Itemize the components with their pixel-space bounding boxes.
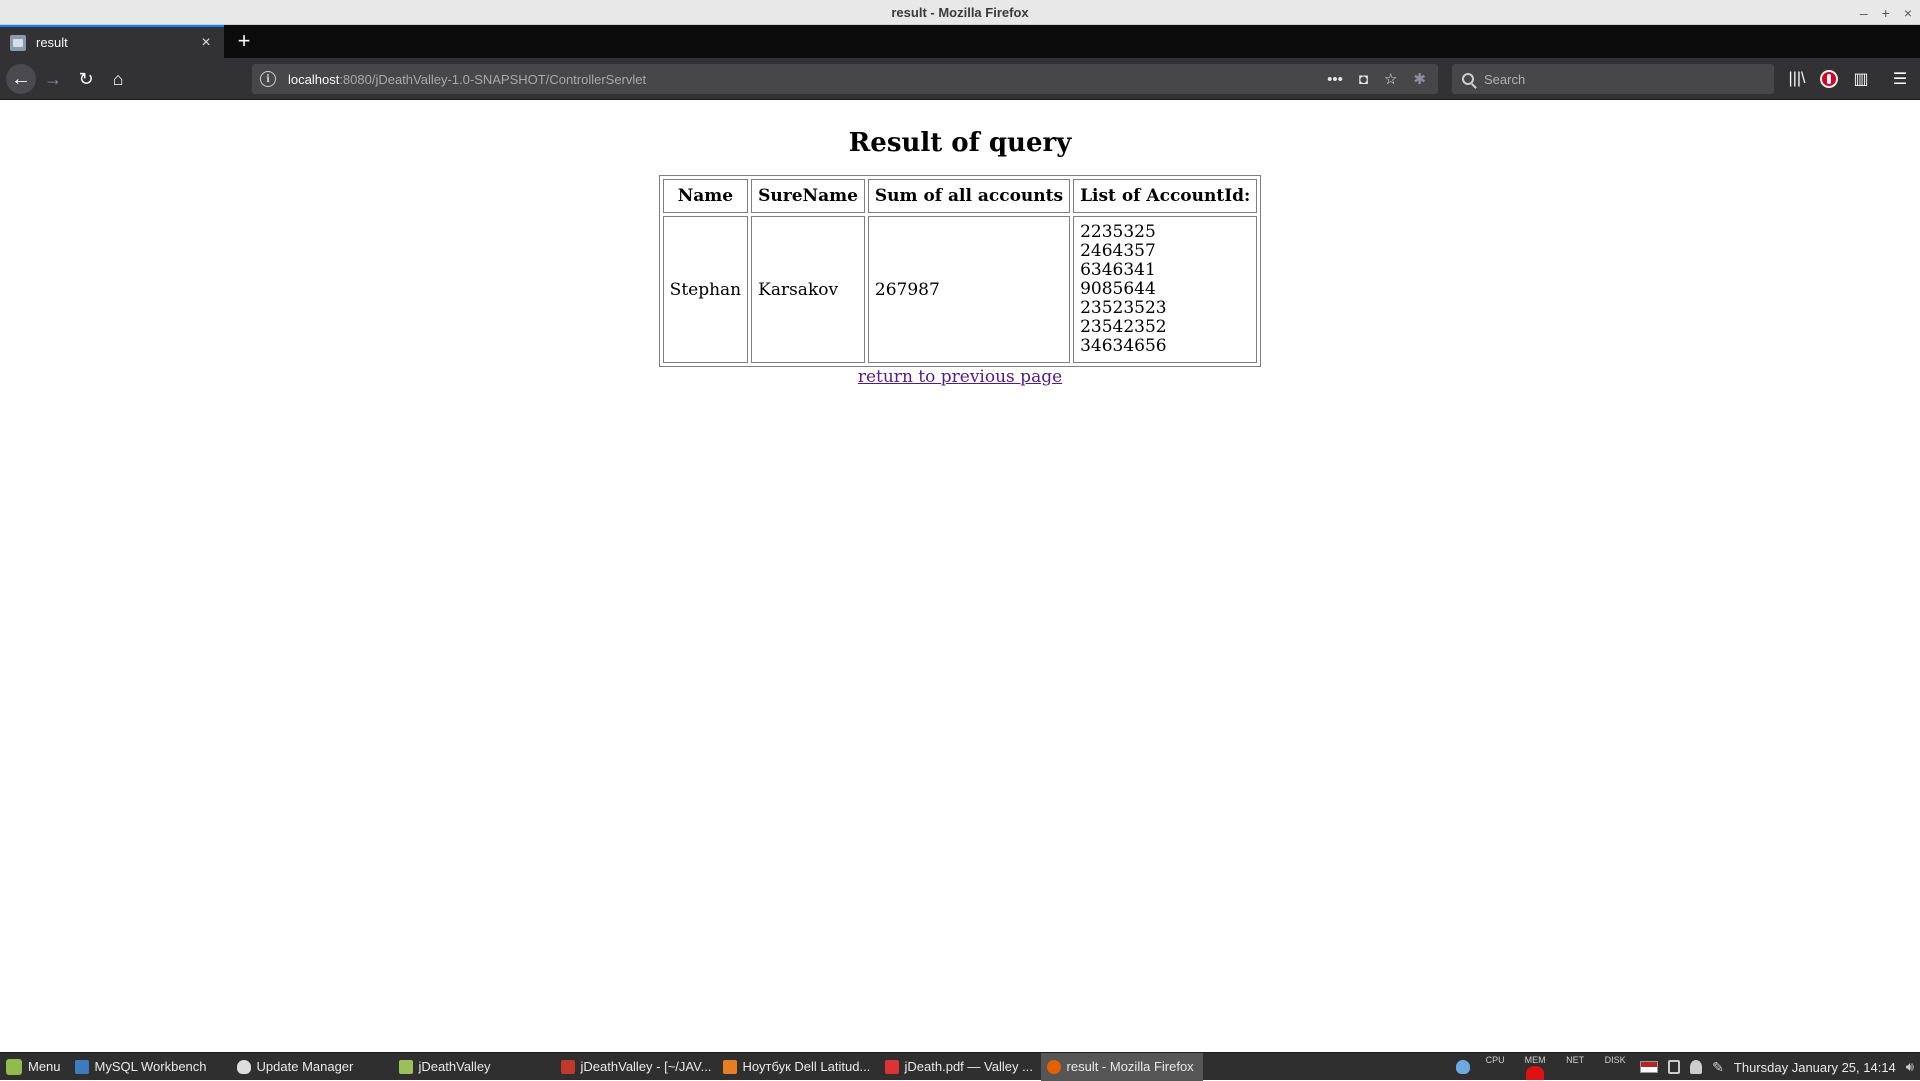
cell-surname: Karsakov <box>751 216 865 363</box>
task-label: jDeathValley <box>418 1059 491 1074</box>
firefox-icon <box>722 1059 737 1074</box>
task-label: result - Mozilla Firefox <box>1066 1059 1194 1074</box>
shield-icon[interactable] <box>1456 1060 1471 1074</box>
url-bar[interactable]: i localhost:8080/jDeathValley-1.0-SNAPSH… <box>252 64 1438 94</box>
task-notebook-page[interactable]: Ноутбук Dell Latitud... <box>717 1053 879 1081</box>
search-placeholder: Search <box>1484 71 1526 87</box>
header-surename: SureName <box>751 179 865 213</box>
task-label: Ноутбук Dell Latitud... <box>742 1059 871 1074</box>
url-path: :8080/jDeathValley-1.0-SNAPSHOT/Controll… <box>339 71 647 87</box>
account-id: 6346341 <box>1080 260 1156 280</box>
bookmark-star-icon[interactable]: ☆ <box>1384 70 1397 88</box>
account-id: 9085644 <box>1080 279 1156 299</box>
page-actions: ••• ◘ ☆ ✱ <box>1327 70 1426 89</box>
us-flag-icon[interactable] <box>1640 1061 1659 1073</box>
header-account-ids: List of AccountId: <box>1073 179 1258 213</box>
table-row: Stephan Karsakov 267987 2235325 2464357 … <box>662 216 1258 363</box>
system-tray: CPU MEM NET DISK ✎ Thursday January 25, … <box>1456 1053 1920 1081</box>
net-monitor[interactable]: NET <box>1560 1054 1590 1080</box>
clipboard-icon[interactable] <box>1668 1060 1681 1074</box>
account-id: 23542352 <box>1080 317 1167 337</box>
forward-button[interactable]: → <box>38 64 68 94</box>
addon-icon[interactable] <box>1814 64 1844 94</box>
taskbar: Menu MySQL Workbench Update Manager jDea… <box>0 1052 1920 1081</box>
navigation-toolbar: ← → ↻ ⌂ i localhost:8080/jDeathValley-1.… <box>0 58 1920 100</box>
cell-account-ids: 2235325 2464357 6346341 9085644 23523523… <box>1073 216 1258 363</box>
task-jdeathvalley-folder[interactable]: jDeathValley <box>393 1053 555 1081</box>
site-info-icon[interactable]: i <box>260 71 276 87</box>
page-favicon-icon <box>10 34 26 51</box>
url-text[interactable]: localhost:8080/jDeathValley-1.0-SNAPSHOT… <box>288 72 1327 87</box>
pdf-icon <box>884 1059 899 1074</box>
extension-icon[interactable]: ✱ <box>1413 70 1426 88</box>
new-tab-button[interactable]: + <box>230 28 258 56</box>
page-title: Result of query <box>848 128 1072 158</box>
search-bar[interactable]: Search <box>1452 64 1774 94</box>
ide-icon <box>560 1059 575 1074</box>
back-button[interactable]: ← <box>6 64 36 94</box>
home-button[interactable]: ⌂ <box>103 64 133 94</box>
url-host: localhost <box>288 71 340 87</box>
user-icon[interactable] <box>1690 1060 1703 1074</box>
library-icon[interactable]: |||\ <box>1782 64 1812 94</box>
cpu-label: CPU <box>1485 1055 1505 1065</box>
result-table: Name SureName Sum of all accounts List o… <box>658 175 1262 367</box>
close-window-button[interactable]: × <box>1904 5 1912 21</box>
close-tab-icon[interactable]: × <box>194 31 218 55</box>
tab-strip: result × + <box>0 25 1920 58</box>
menu-label: Menu <box>28 1059 61 1074</box>
return-link[interactable]: return to previous page <box>0 367 1920 387</box>
account-id: 34634656 <box>1080 336 1167 356</box>
hamburger-menu-icon[interactable]: ☰ <box>1885 64 1915 94</box>
account-id: 2464357 <box>1080 241 1156 261</box>
account-id: 23523523 <box>1080 298 1167 318</box>
tab-title: result <box>36 35 68 50</box>
sidebar-toggle-icon[interactable]: ▥ <box>1846 64 1876 94</box>
task-label: Update Manager <box>256 1059 354 1074</box>
task-jdeathvalley-ide[interactable]: jDeathValley - [~/JAV... <box>555 1053 717 1081</box>
task-label: jDeathValley - [~/JAV... <box>580 1059 712 1074</box>
mem-label: MEM <box>1524 1055 1546 1065</box>
search-icon <box>1462 73 1474 85</box>
task-label: MySQL Workbench <box>94 1059 207 1074</box>
page-actions-more-icon[interactable]: ••• <box>1327 71 1343 88</box>
disk-label: DISK <box>1604 1055 1626 1065</box>
cpu-monitor[interactable]: CPU <box>1480 1054 1510 1080</box>
net-label: NET <box>1566 1055 1585 1065</box>
header-sum: Sum of all accounts <box>867 179 1071 213</box>
cell-name: Stephan <box>662 216 749 363</box>
task-pdf-viewer[interactable]: jDeath.pdf — Valley ... <box>879 1053 1041 1081</box>
maximize-button[interactable]: + <box>1882 5 1890 21</box>
minimize-button[interactable]: – <box>1860 5 1868 21</box>
reload-button[interactable]: ↻ <box>71 64 101 94</box>
clock[interactable]: Thursday January 25, 14:14 <box>1734 1060 1896 1075</box>
table-header-row: Name SureName Sum of all accounts List o… <box>662 179 1258 213</box>
disk-monitor[interactable]: DISK <box>1600 1054 1630 1080</box>
mint-logo-icon <box>6 1058 22 1075</box>
task-mysql-workbench[interactable]: MySQL Workbench <box>69 1053 231 1081</box>
tab-result[interactable]: result × <box>0 25 224 58</box>
volume-icon[interactable]: 🔊︎ <box>1906 1059 1914 1075</box>
task-update-manager[interactable]: Update Manager <box>231 1053 393 1081</box>
firefox-icon <box>1046 1059 1061 1074</box>
task-firefox-result[interactable]: result - Mozilla Firefox <box>1040 1052 1203 1081</box>
mem-monitor[interactable]: MEM <box>1520 1054 1550 1080</box>
start-menu-button[interactable]: Menu <box>0 1053 69 1081</box>
cell-sum: 267987 <box>867 216 1071 363</box>
task-label: jDeath.pdf — Valley ... <box>904 1059 1033 1074</box>
pocket-icon[interactable]: ◘ <box>1359 71 1368 88</box>
page-content: Result of query Name SureName Sum of all… <box>0 101 1920 1052</box>
folder-icon <box>398 1059 413 1074</box>
mysql-workbench-icon <box>74 1059 89 1074</box>
account-id: 2235325 <box>1080 222 1156 242</box>
window-titlebar: result - Mozilla Firefox – + × <box>0 0 1920 25</box>
shield-icon <box>236 1059 251 1074</box>
window-title: result - Mozilla Firefox <box>891 4 1029 20</box>
mem-graph <box>1526 1066 1545 1080</box>
window-controls: – + × <box>1860 0 1912 25</box>
pen-icon[interactable]: ✎ <box>1712 1059 1724 1076</box>
header-name: Name <box>662 179 749 213</box>
